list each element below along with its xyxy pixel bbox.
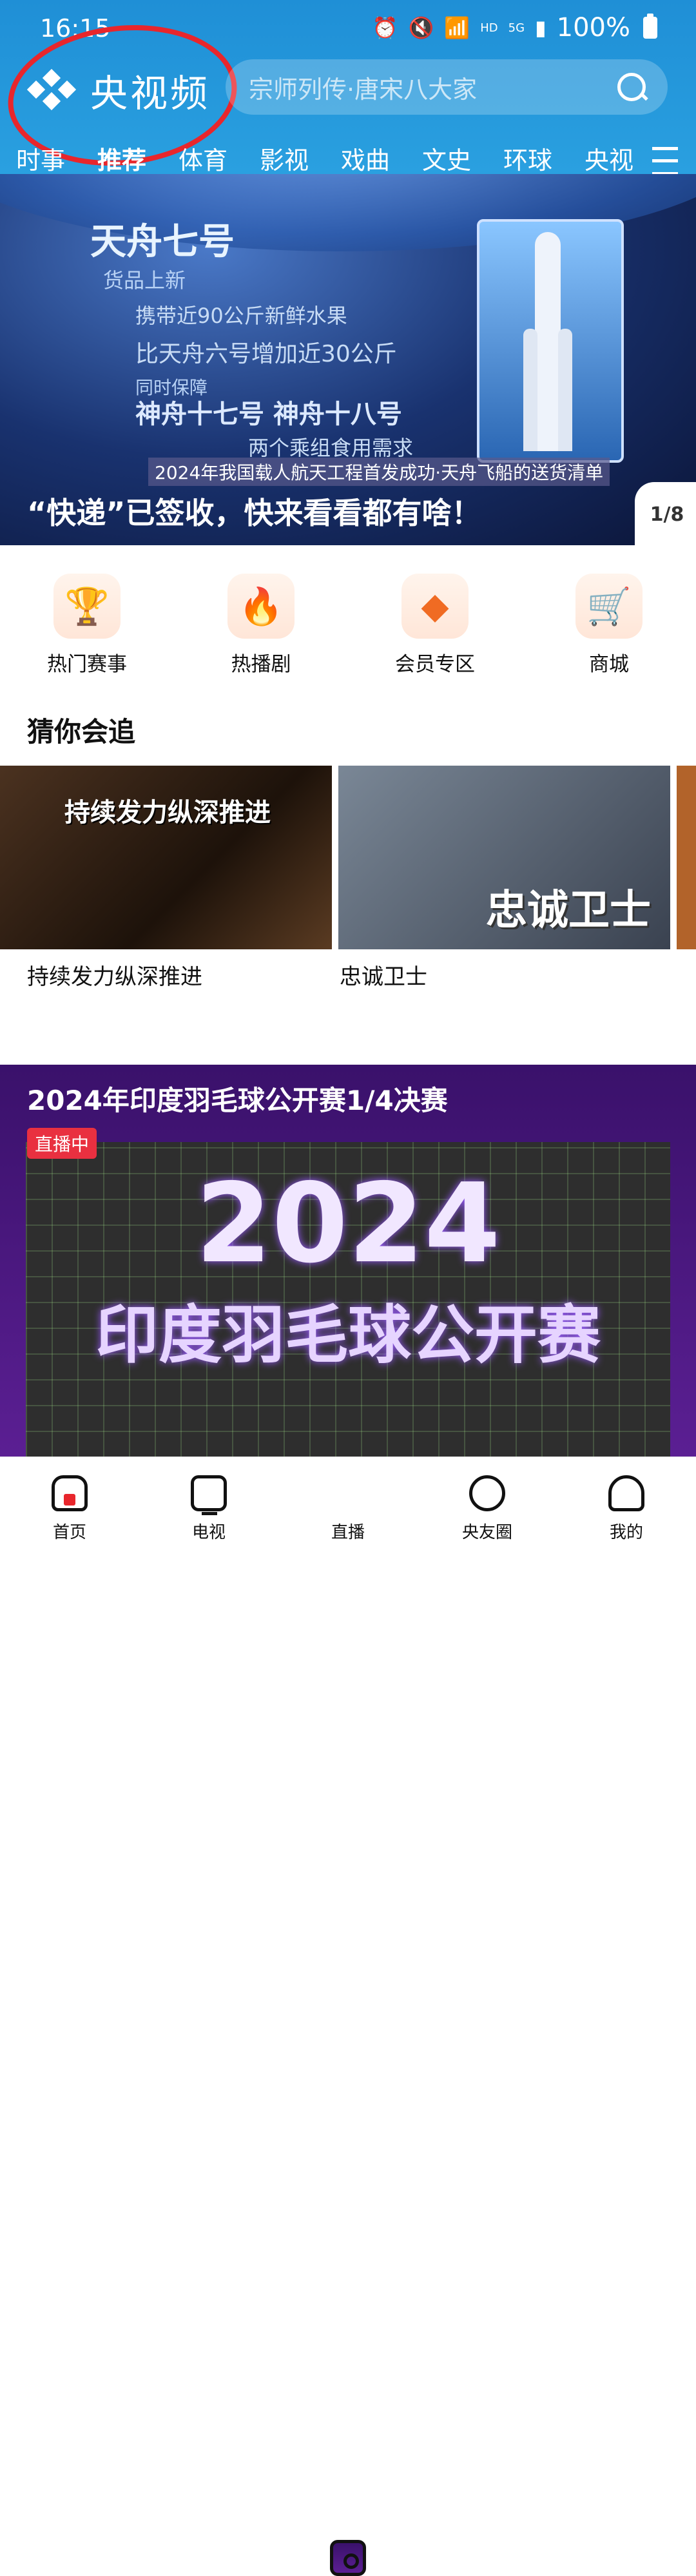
hero-overlay-line: 比天舟六号增加近30公斤 [135, 341, 397, 367]
section-title: 猜你会追 [27, 716, 136, 748]
search-icon[interactable] [615, 70, 648, 104]
nav-label: 我的 [609, 1523, 643, 1542]
alarm-icon: ⏰ [372, 15, 398, 40]
rocket-image [535, 232, 561, 451]
nav-label: 央友圈 [461, 1523, 512, 1542]
live-badge: 直播中 [27, 1128, 97, 1159]
quick-link-label: 会员专区 [395, 653, 475, 676]
card-title[interactable]: 持续发力纵深推进 [27, 959, 202, 991]
card-thumbnail[interactable]: 忠诚卫士 [338, 766, 670, 949]
status-icons: ⏰ 🔇 📶 HD 5G ▮ 100% [372, 13, 657, 43]
hero-overlay-subtitle: 货品上新 [103, 268, 186, 293]
quick-link-events[interactable]: 🏆 热门赛事 [0, 574, 174, 677]
nav-label: 直播 [331, 1523, 365, 1542]
rocket-booster [523, 329, 537, 451]
quick-link-hot-drama[interactable]: 🔥 热播剧 [174, 574, 348, 677]
card-title[interactable]: 忠诚卫士 [340, 959, 427, 991]
card-title[interactable]: 《 [684, 959, 696, 991]
rocket-booster [558, 329, 572, 451]
live-icon [330, 2540, 366, 2576]
hero-overlay-line: 携带近90公斤新鲜水果 [135, 304, 347, 328]
bottom-navigation: 首页 电视 直播 央友圈 我的 [0, 1457, 696, 2576]
hd-label: HD [480, 21, 498, 35]
quick-link-vip[interactable]: ◆ 会员专区 [348, 574, 522, 677]
nav-profile[interactable]: 我的 [557, 1457, 696, 1547]
hero-caption: 2024年我国载人航天工程首发成功·天舟飞船的送货清单 [148, 458, 610, 486]
live-title: 2024年印度羽毛球公开赛1/4决赛 [27, 1085, 448, 1116]
wifi-icon: 📶 [444, 15, 470, 40]
card-image-text: 持续发力纵深推进 [64, 798, 271, 828]
card-image-text: 忠诚卫士 [486, 887, 651, 935]
home-icon [52, 1475, 88, 1511]
search-placeholder: 宗师列传·唐宋八大家 [249, 75, 478, 104]
nav-circle[interactable]: 央友圈 [418, 1457, 557, 1547]
search-bar[interactable]: 宗师列传·唐宋八大家 [226, 59, 668, 115]
circle-icon [469, 1475, 505, 1511]
live-event-name: 印度羽毛球公开赛 [95, 1299, 601, 1372]
hero-title: “快递”已签收，快来看看都有啥！ [27, 496, 481, 530]
carousel-page-indicator: 1/8 [635, 482, 696, 547]
mute-icon: 🔇 [408, 15, 434, 40]
live-year-text: 2024 [195, 1160, 501, 1288]
quick-link-label: 商城 [589, 653, 629, 676]
profile-icon [608, 1475, 644, 1511]
network-label: 5G [508, 21, 525, 35]
hot-flame-icon: 🔥 [227, 574, 295, 639]
nav-tv[interactable]: 电视 [139, 1457, 278, 1547]
trophy-icon: 🏆 [53, 574, 121, 639]
battery-icon [643, 14, 657, 39]
nav-label: 电视 [191, 1523, 226, 1542]
live-banner[interactable]: 2024年印度羽毛球公开赛1/4决赛 直播中 2024 印度羽毛球公开赛 [0, 1065, 696, 1457]
card-thumbnail[interactable]: 持续发力纵深推进 [0, 766, 332, 949]
recommendation-cards: 持续发力纵深推进 忠诚卫士 持续发力纵深推进 忠诚卫士 《 [0, 766, 696, 998]
vip-icon: ◆ [401, 574, 469, 639]
shopping-cart-icon: 🛒 [575, 574, 643, 639]
hero-overlay-line: 神舟十七号 神舟十八号 [135, 400, 402, 429]
hero-overlay-title: 天舟七号 [90, 221, 235, 263]
nav-home[interactable]: 首页 [0, 1457, 139, 1547]
hero-banner[interactable]: 天舟七号 货品上新 携带近90公斤新鲜水果 比天舟六号增加近30公斤 同时保障 … [0, 174, 696, 545]
quick-links: 🏆 热门赛事 🔥 热播剧 ◆ 会员专区 🛒 商城 [0, 574, 696, 677]
battery-level: 100% [556, 13, 630, 43]
signal-icon: ▮ [535, 15, 546, 40]
menu-icon[interactable] [652, 147, 678, 175]
quick-link-label: 热播剧 [231, 653, 291, 676]
tv-icon [191, 1475, 227, 1515]
quick-link-label: 热门赛事 [47, 653, 127, 676]
card-thumbnail[interactable] [677, 766, 696, 949]
nav-live[interactable]: 直播 [278, 1457, 418, 2576]
quick-link-mall[interactable]: 🛒 商城 [522, 574, 696, 677]
nav-label: 首页 [52, 1523, 86, 1542]
